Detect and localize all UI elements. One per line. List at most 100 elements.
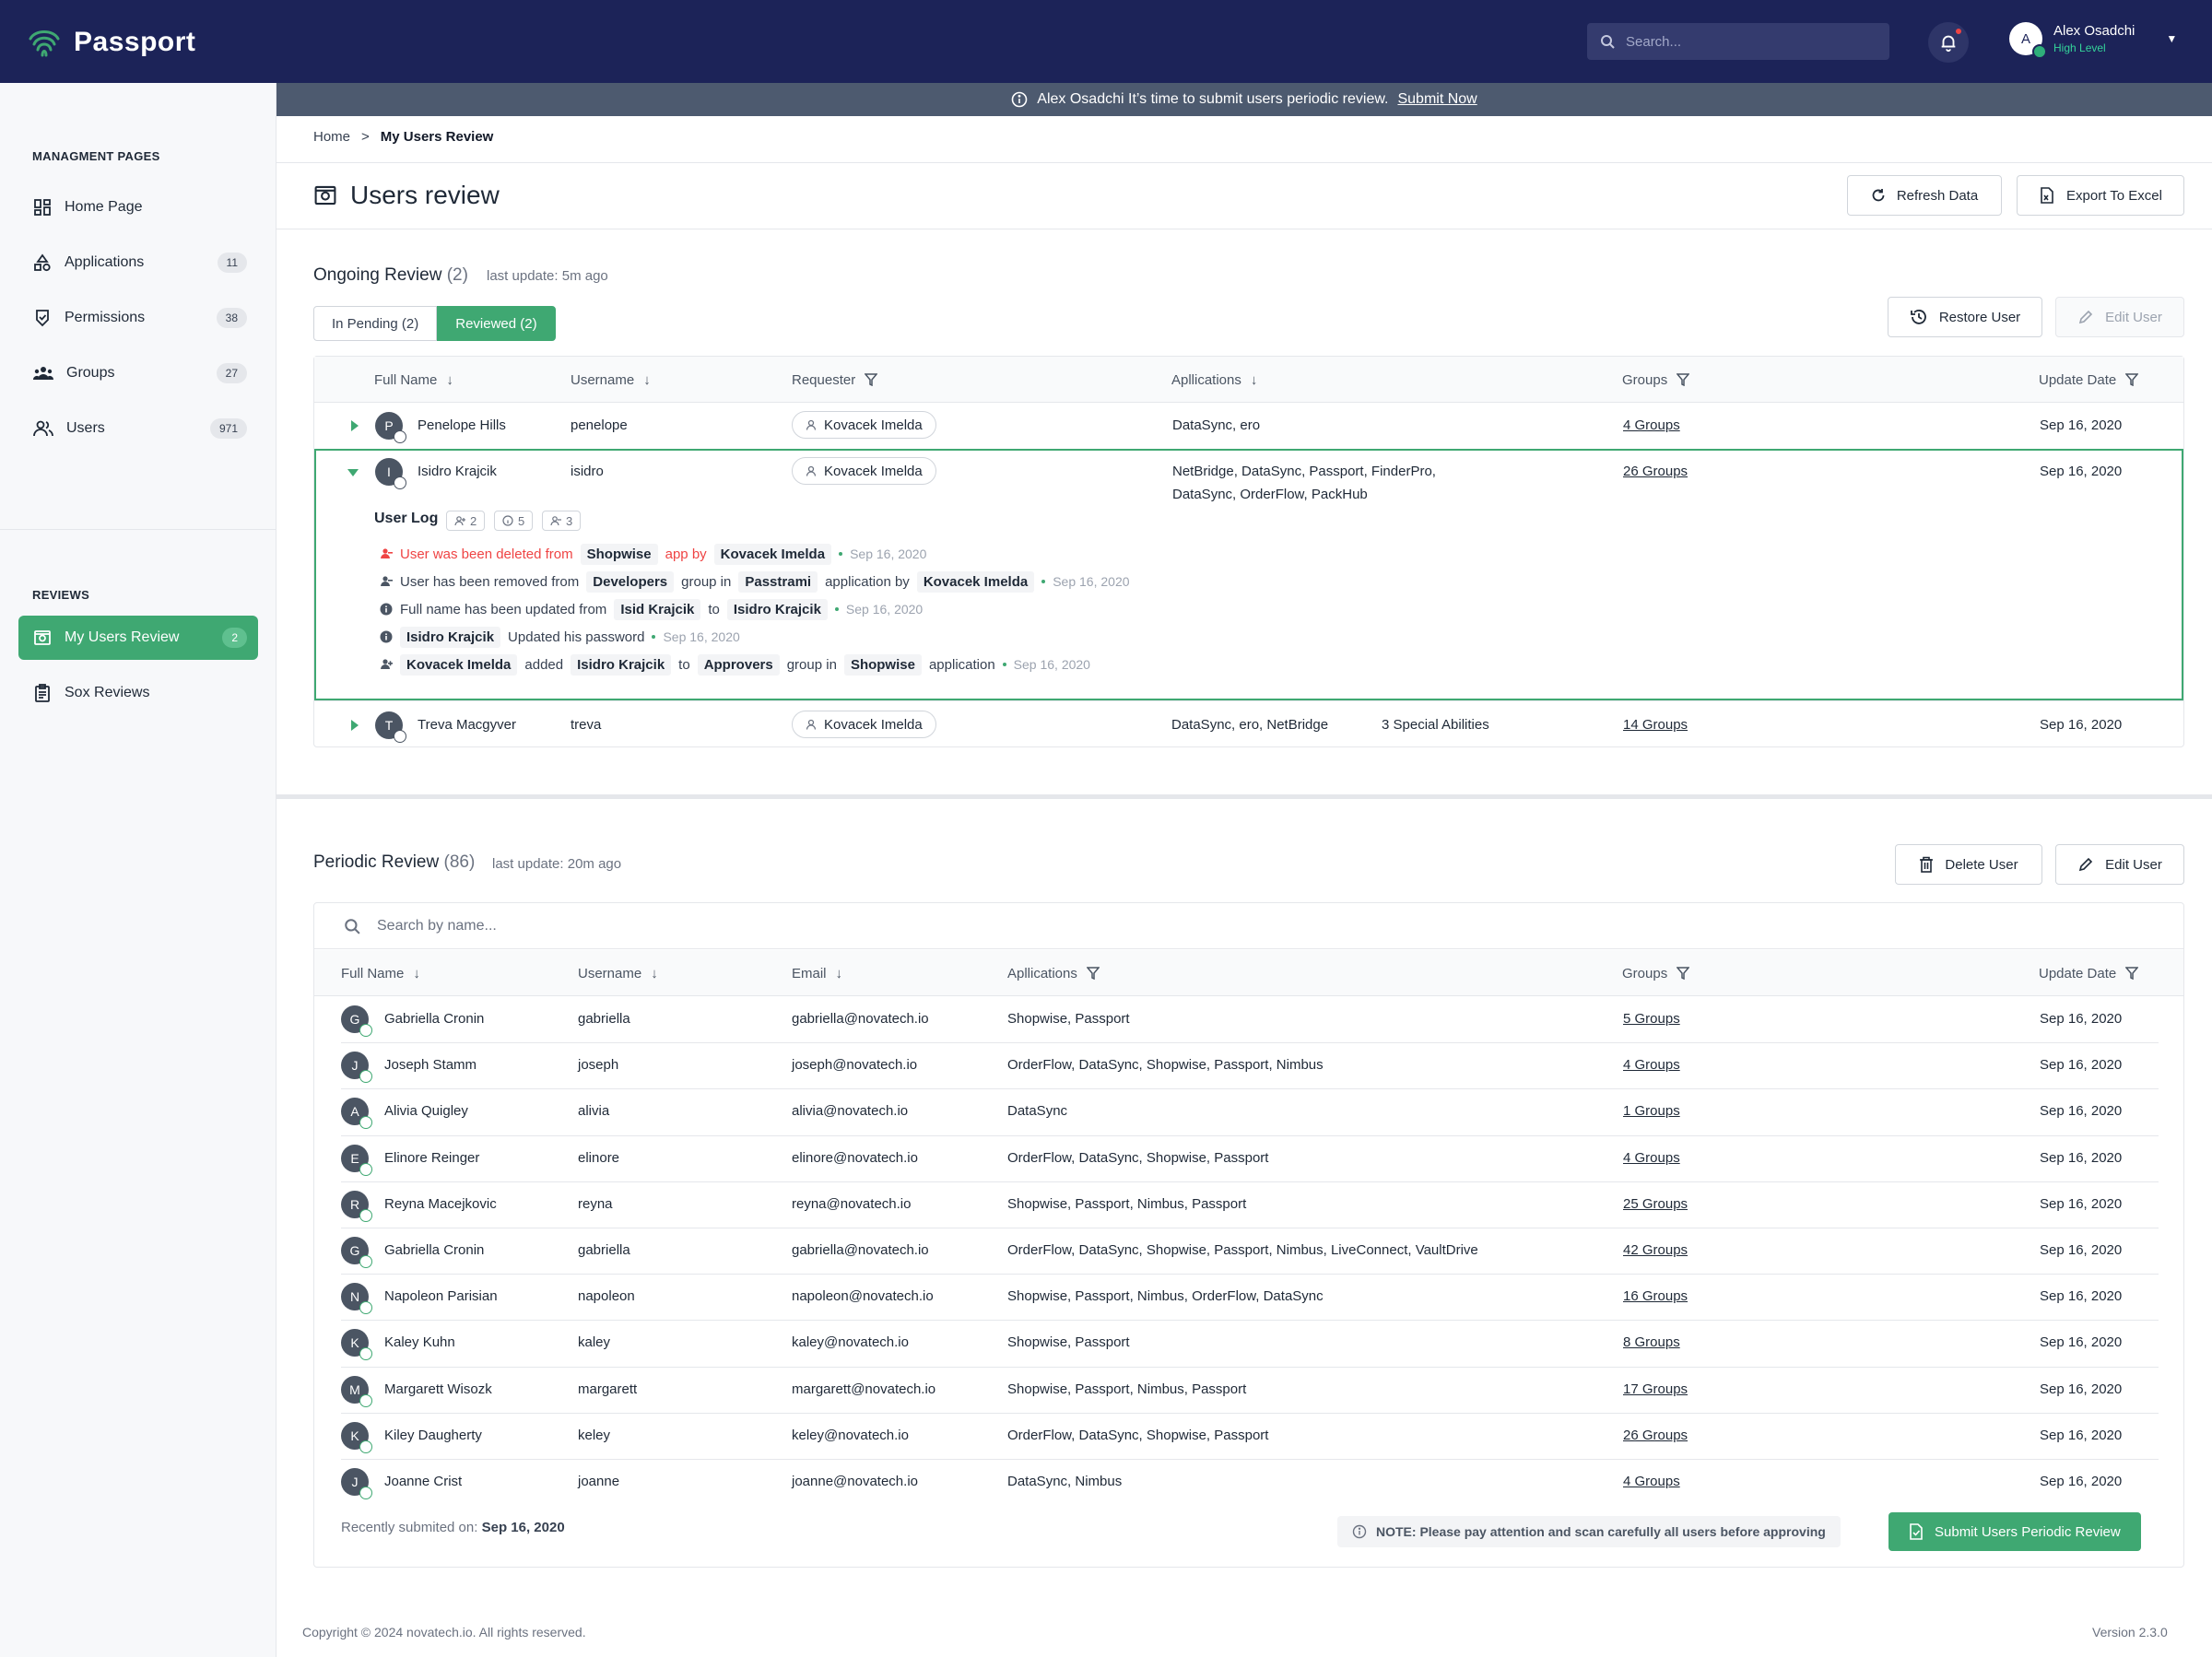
- cell-username: joseph: [578, 1057, 619, 1074]
- table-footer: Recently submited on: Sep 16, 2020 NOTE:…: [314, 1498, 2183, 1568]
- expand-caret-icon[interactable]: [351, 420, 359, 431]
- tab-reviewed[interactable]: Reviewed (2): [437, 306, 556, 341]
- export-excel-button[interactable]: Export To Excel: [2017, 175, 2184, 216]
- sidebar-item-label: Permissions: [65, 310, 146, 325]
- groups-link[interactable]: 8 Groups: [1623, 1334, 1680, 1350]
- header-label: Apllications: [1171, 371, 1241, 388]
- column-update-date[interactable]: Update Date: [2039, 357, 2139, 403]
- sidebar-item-groups[interactable]: Groups 27: [18, 351, 258, 395]
- groups-link[interactable]: 14 Groups: [1623, 717, 1688, 733]
- header-label: Groups: [1622, 371, 1668, 388]
- history-icon: [1910, 310, 1926, 324]
- edit-user-button[interactable]: Edit User: [2055, 844, 2184, 885]
- requester-chip[interactable]: Kovacek Imelda: [792, 711, 936, 738]
- header-label: Username: [578, 965, 642, 981]
- column-applications[interactable]: Apllications: [1007, 950, 1100, 996]
- periodic-review-table: Search by name... Full Name ↓ Username ↓ E…: [313, 902, 2184, 1568]
- groups-link[interactable]: 1 Groups: [1623, 1103, 1680, 1119]
- column-email[interactable]: Email ↓: [792, 950, 842, 996]
- groups-link[interactable]: 25 Groups: [1623, 1196, 1688, 1212]
- cell-full-name: Penelope Hills: [418, 417, 506, 433]
- sidebar-item-home[interactable]: Home Page: [18, 185, 258, 229]
- table-search-input[interactable]: Search by name...: [314, 903, 2183, 949]
- submit-now-link[interactable]: Submit Now: [1397, 91, 1477, 108]
- breadcrumb-home[interactable]: Home: [313, 129, 350, 145]
- column-full-name[interactable]: Full Name ↓: [374, 357, 453, 403]
- copyright-text: Copyright © 2024 novatech.io. All rights…: [302, 1625, 586, 1639]
- cell-full-name: Treva Macgyver: [418, 717, 516, 733]
- delete-user-button[interactable]: Delete User: [1895, 844, 2042, 885]
- log-tag: Approvers: [697, 653, 780, 676]
- column-requester[interactable]: Requester: [792, 357, 878, 403]
- avatar: G: [341, 1237, 372, 1268]
- groups-link[interactable]: 16 Groups: [1623, 1288, 1688, 1304]
- submit-label: Submit Users Periodic Review: [1935, 1523, 2121, 1540]
- sync-badge-icon: [359, 1301, 372, 1315]
- sidebar-section-title: REVIEWS: [32, 588, 90, 602]
- restore-user-button[interactable]: Restore User: [1888, 297, 2042, 337]
- groups-link[interactable]: 4 Groups: [1623, 417, 1680, 433]
- groups-link[interactable]: 5 Groups: [1623, 1011, 1680, 1027]
- header-label: Email: [792, 965, 827, 981]
- expand-caret-icon[interactable]: [351, 720, 359, 731]
- sidebar-item-users[interactable]: Users 971: [18, 406, 258, 451]
- row-divider: [341, 1274, 2159, 1275]
- cell-username: reyna: [578, 1195, 613, 1212]
- sidebar-item-applications[interactable]: Applications 11: [18, 241, 258, 285]
- tab-in-pending[interactable]: In Pending (2): [313, 306, 438, 341]
- sidebar-item-sox-reviews[interactable]: Sox Reviews: [18, 671, 258, 715]
- groups-link[interactable]: 4 Groups: [1623, 1150, 1680, 1166]
- sort-arrow-icon: ↓: [835, 965, 843, 981]
- sort-arrow-icon: ↓: [413, 965, 420, 981]
- chip-count: 5: [518, 513, 525, 528]
- sort-arrow-icon: ↓: [1250, 371, 1258, 388]
- notifications-button[interactable]: [1928, 22, 1969, 63]
- column-applications[interactable]: Apllications ↓: [1171, 357, 1257, 403]
- column-full-name[interactable]: Full Name ↓: [341, 950, 420, 996]
- groups-link[interactable]: 42 Groups: [1623, 1242, 1688, 1258]
- approval-note: NOTE: Please pay attention and scan care…: [1337, 1516, 1841, 1547]
- edit-user-button-disabled[interactable]: Edit User: [2055, 297, 2184, 337]
- edit-label: Edit User: [2105, 856, 2162, 873]
- column-groups[interactable]: Groups: [1622, 950, 1690, 996]
- log-date: Sep 16, 2020: [663, 629, 740, 644]
- column-groups[interactable]: Groups: [1622, 357, 1690, 403]
- refresh-data-button[interactable]: Refresh Data: [1847, 175, 2002, 216]
- groups-link[interactable]: 4 Groups: [1623, 1474, 1680, 1489]
- info-icon: [502, 515, 513, 526]
- delete-label: Delete User: [1945, 856, 2018, 873]
- cell-username: kaley: [578, 1334, 611, 1351]
- sidebar-item-my-users-review[interactable]: My Users Review 2: [18, 616, 258, 660]
- global-search-input[interactable]: Search...: [1587, 23, 1889, 60]
- column-update-date[interactable]: Update Date: [2039, 950, 2139, 996]
- avatar: K: [341, 1329, 372, 1361]
- avatar-initial: M: [349, 1381, 360, 1397]
- submit-periodic-review-button[interactable]: Submit Users Periodic Review: [1888, 1512, 2141, 1551]
- sort-arrow-icon: ↓: [651, 965, 658, 981]
- refresh-icon: [1872, 189, 1885, 202]
- column-username[interactable]: Username ↓: [578, 950, 658, 996]
- users-icon: [33, 420, 53, 437]
- app-logo[interactable]: Passport: [26, 24, 195, 61]
- sync-badge-icon: [359, 1070, 372, 1084]
- announcement-banner: Alex Osadchi It’s time to submit users p…: [276, 83, 2212, 116]
- cell-email: margarett@novatech.io: [792, 1381, 936, 1397]
- column-username[interactable]: Username ↓: [571, 357, 651, 403]
- sidebar-item-permissions[interactable]: Permissions 38: [18, 296, 258, 340]
- cell-applications: Shopwise, Passport: [1007, 1011, 1130, 1027]
- count-badge: 38: [216, 308, 247, 328]
- groups-link[interactable]: 4 Groups: [1623, 1057, 1680, 1073]
- table-header: Full Name ↓ Username ↓ Email ↓ Apllications…: [314, 950, 2183, 996]
- row-divider: [341, 1320, 2159, 1322]
- search-placeholder: Search...: [1626, 33, 1682, 50]
- groups-link[interactable]: 17 Groups: [1623, 1381, 1688, 1397]
- log-text: User has been removed from: [400, 573, 580, 590]
- cell-applications: Shopwise, Passport, Nimbus, OrderFlow, D…: [1007, 1288, 1324, 1305]
- recently-submitted: Recently submited on: Sep 16, 2020: [341, 1520, 565, 1535]
- dashboard-icon: [34, 199, 51, 216]
- header-label: Requester: [792, 371, 856, 388]
- chevron-down-icon[interactable]: ▼: [2166, 32, 2177, 45]
- user-menu[interactable]: A Alex Osadchi High Level ▼: [2009, 22, 2177, 59]
- requester-chip[interactable]: Kovacek Imelda: [792, 411, 936, 439]
- groups-link[interactable]: 26 Groups: [1623, 1428, 1688, 1443]
